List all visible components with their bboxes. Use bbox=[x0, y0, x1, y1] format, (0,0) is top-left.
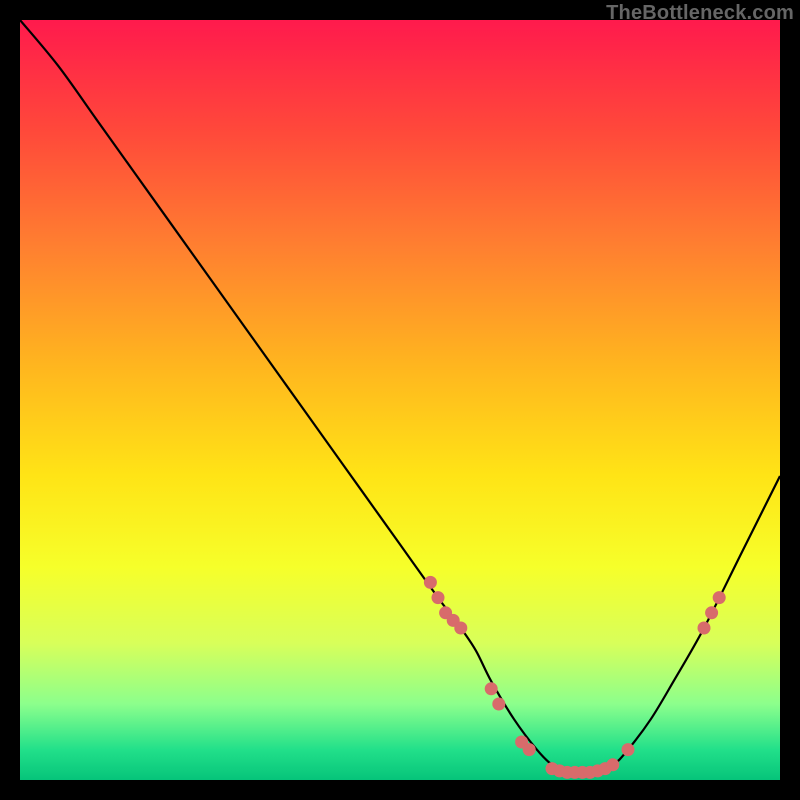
marker-dot bbox=[622, 743, 635, 756]
marker-dot bbox=[454, 622, 467, 635]
marker-dot bbox=[492, 698, 505, 711]
gradient-background bbox=[20, 20, 780, 780]
chart-frame bbox=[20, 20, 780, 780]
marker-dot bbox=[523, 743, 536, 756]
marker-dot bbox=[485, 682, 498, 695]
watermark-text: TheBottleneck.com bbox=[606, 2, 794, 25]
marker-dot bbox=[698, 622, 711, 635]
marker-dot bbox=[424, 576, 437, 589]
marker-dot bbox=[606, 758, 619, 771]
marker-dot bbox=[705, 606, 718, 619]
marker-dot bbox=[432, 591, 445, 604]
marker-dot bbox=[713, 591, 726, 604]
bottleneck-chart bbox=[20, 20, 780, 780]
